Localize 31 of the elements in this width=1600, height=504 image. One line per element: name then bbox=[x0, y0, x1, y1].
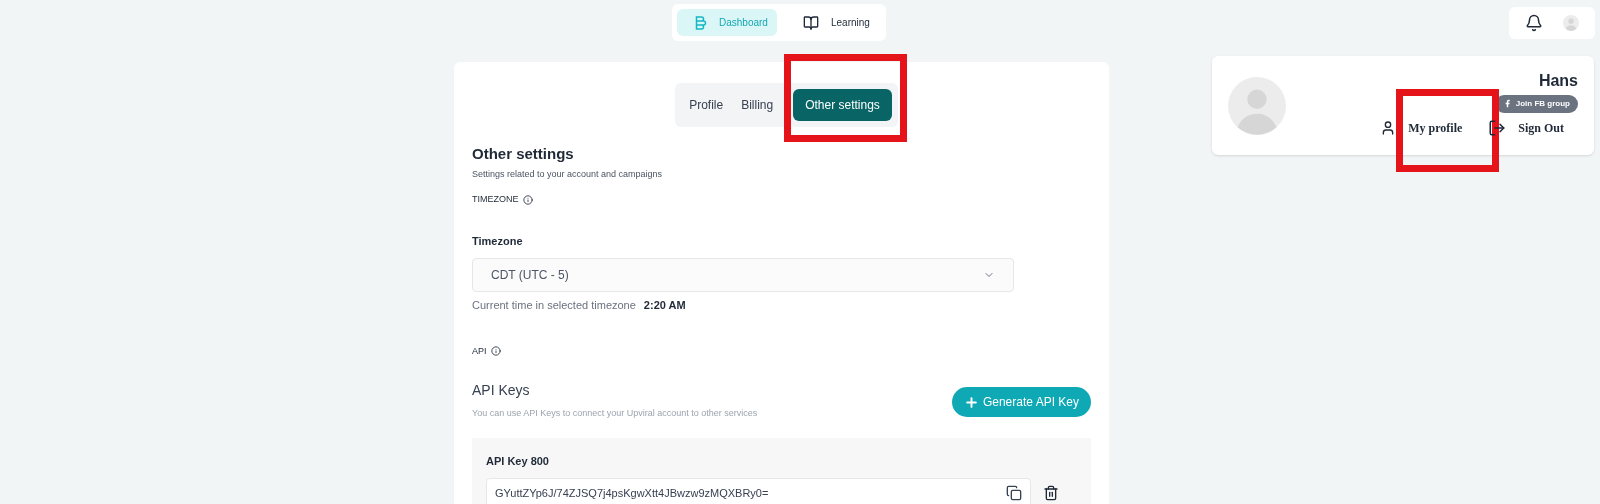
delete-icon[interactable] bbox=[1043, 485, 1059, 501]
avatar-icon bbox=[1563, 15, 1579, 31]
current-time-label: Current time in selected timezone bbox=[472, 298, 636, 313]
profile-action[interactable]: Sign Out bbox=[1488, 118, 1564, 137]
book-icon bbox=[803, 14, 819, 31]
api-keys-description: You can use API Keys to connect your Upviral account to other services bbox=[472, 407, 758, 420]
api-key-name: API Key 800 bbox=[486, 453, 550, 469]
section-description: Settings related to your account and campaigns bbox=[472, 167, 664, 181]
profile-action[interactable]: My profile bbox=[1380, 118, 1463, 137]
api-key-field[interactable]: GYuttZYp6J/74ZJSQ7j4psKgwXtt4JBwzw9zMQXBRy0= bbox=[486, 478, 1031, 504]
section-title: API bbox=[472, 344, 487, 358]
nav-tab[interactable]: Learning bbox=[785, 9, 888, 36]
profile-avatar bbox=[1228, 76, 1286, 135]
plus-icon bbox=[963, 394, 979, 410]
current-time: 2:20 AM bbox=[643, 298, 686, 313]
section-heading: Other settings bbox=[472, 144, 575, 164]
api-key-value: GYuttZYp6J/74ZJSQ7j4psKgwXtt4JBwzw9zMQXBRy0= bbox=[495, 485, 769, 501]
settings-tab[interactable]: Profile bbox=[681, 89, 732, 121]
settings-tab[interactable]: Other settings bbox=[793, 89, 892, 121]
section-title: TIMEZONE bbox=[472, 193, 519, 206]
notifications-icon[interactable] bbox=[1525, 14, 1543, 32]
user-name: Hans bbox=[1538, 70, 1578, 91]
copy-icon[interactable] bbox=[1006, 485, 1022, 501]
field-label: Timezone bbox=[472, 233, 524, 249]
timezone-select[interactable]: CDT (UTC - 5) bbox=[472, 258, 1014, 292]
info-icon[interactable] bbox=[490, 346, 501, 357]
settings-tab[interactable]: Billing bbox=[733, 89, 782, 121]
api-keys-heading: API Keys bbox=[472, 381, 531, 400]
layers-icon bbox=[695, 15, 707, 30]
info-icon[interactable] bbox=[522, 194, 533, 205]
sign-out-icon bbox=[1488, 118, 1507, 137]
